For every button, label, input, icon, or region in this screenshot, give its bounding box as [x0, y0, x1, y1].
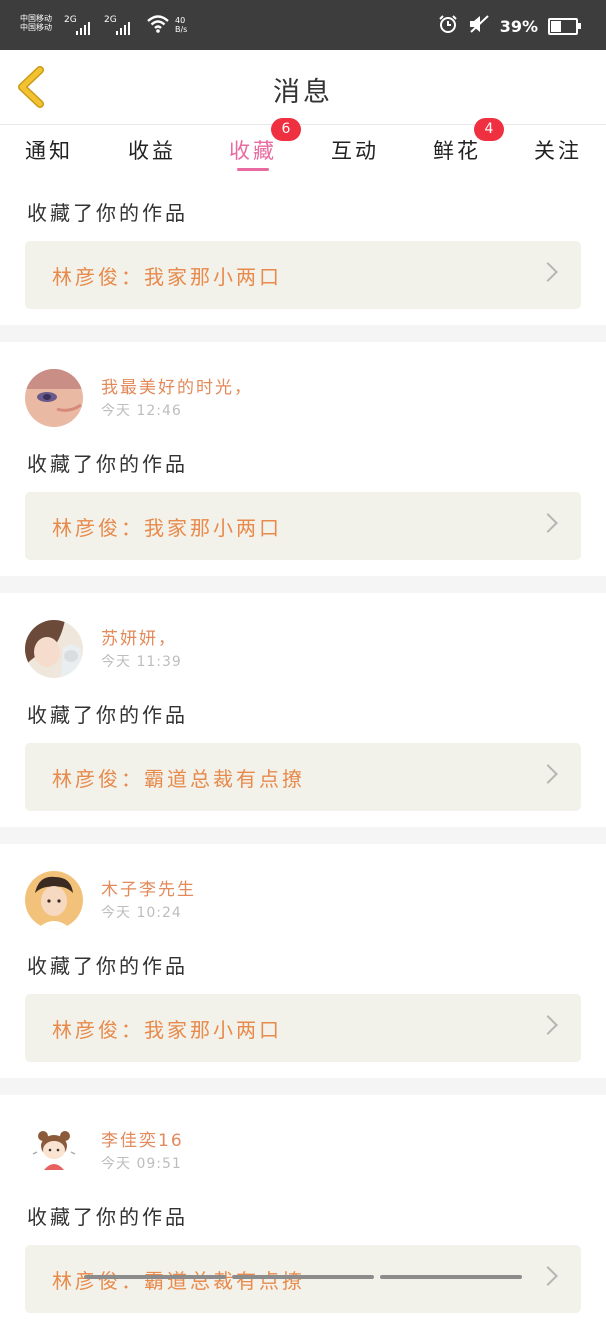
status-bar: 中国移动 中国移动 2G 2G 40 B/s 39% [0, 0, 606, 50]
divider [0, 325, 606, 342]
list-item: 李佳奕16 今天 09:51 收藏了你的作品 林彦俊：霸道总裁有点撩 [0, 1095, 606, 1313]
list-item: 苏妍妍， 今天 11:39 收藏了你的作品 林彦俊：霸道总裁有点撩 [0, 593, 606, 811]
divider [0, 1078, 606, 1095]
user-row: 苏妍妍， 今天 11:39 [0, 593, 606, 681]
user-name[interactable]: 木子李先生 [101, 875, 196, 900]
chevron-right-icon [538, 1015, 558, 1035]
user-row: 李佳奕16 今天 09:51 [0, 1095, 606, 1183]
user-name[interactable]: 我最美好的时光， [101, 373, 253, 398]
user-name[interactable]: 苏妍妍， [101, 624, 177, 649]
user-row: 我最美好的时光， 今天 12:46 [0, 342, 606, 430]
timestamp: 今天 10:24 [101, 905, 182, 921]
home-indicator [84, 1275, 522, 1279]
timestamp: 今天 11:39 [101, 654, 182, 670]
work-title: 林彦俊：我家那小两口 [52, 516, 282, 540]
action-text: 收藏了你的作品 [27, 954, 188, 978]
carrier-2: 中国移动 [20, 23, 52, 32]
action-text: 收藏了你的作品 [27, 201, 188, 225]
net-speed-unit: B/s [175, 25, 188, 34]
timestamp: 今天 09:51 [101, 1156, 182, 1172]
avatar[interactable] [25, 1122, 83, 1180]
favorites-badge: 6 [271, 118, 301, 141]
flowers-badge: 4 [474, 118, 504, 141]
work-title: 林彦俊：我家那小两口 [52, 265, 282, 289]
work-link[interactable]: 林彦俊：霸道总裁有点撩 [25, 743, 581, 811]
tab-follows[interactable]: 关注 [518, 135, 598, 165]
list-item: 木子李先生 今天 10:24 收藏了你的作品 林彦俊：我家那小两口 [0, 844, 606, 1062]
action-text: 收藏了你的作品 [27, 1205, 188, 1229]
list-item: 收藏了你的作品 林彦俊：我家那小两口 [0, 197, 606, 309]
user-row: 木子李先生 今天 10:24 [0, 844, 606, 932]
avatar[interactable] [25, 369, 83, 427]
status-right: 39% [438, 14, 581, 38]
tab-bar: 通知 收益 收藏 互动 鲜花 关注 6 4 [0, 118, 606, 181]
battery-icon [548, 17, 581, 35]
list-item: 我最美好的时光， 今天 12:46 收藏了你的作品 林彦俊：我家那小两口 [0, 342, 606, 560]
user-name[interactable]: 李佳奕16 [101, 1126, 184, 1151]
page-title: 消息 [273, 77, 333, 108]
tab-interactions[interactable]: 互动 [315, 135, 395, 165]
chevron-right-icon [538, 764, 558, 784]
chevron-right-icon [538, 262, 558, 282]
work-link[interactable]: 林彦俊：我家那小两口 [25, 492, 581, 560]
work-title: 林彦俊：霸道总裁有点撩 [52, 767, 305, 791]
signal-icon [116, 17, 130, 35]
work-link[interactable]: 林彦俊：我家那小两口 [25, 241, 581, 309]
wifi-icon [146, 14, 170, 39]
chevron-right-icon [538, 1266, 558, 1286]
notification-feed: 收藏了你的作品 林彦俊：我家那小两口 我最美好的时光， 今天 12:46 收藏了… [0, 181, 606, 1329]
carrier-1: 中国移动 [20, 14, 52, 23]
work-link[interactable]: 林彦俊：我家那小两口 [25, 994, 581, 1062]
alarm-icon [438, 14, 458, 38]
title-bar: 消息 [0, 50, 606, 125]
work-title: 林彦俊：我家那小两口 [52, 1018, 282, 1042]
work-link[interactable]: 林彦俊：霸道总裁有点撩 [25, 1245, 581, 1313]
net-speed-value: 40 [175, 16, 186, 25]
battery-percent: 39% [499, 16, 538, 36]
network-type-1: 2G [64, 15, 77, 25]
mute-icon [468, 14, 490, 38]
avatar[interactable] [25, 620, 83, 678]
chevron-right-icon [538, 513, 558, 533]
battery-level [551, 20, 562, 32]
net-speed: 40 B/s [175, 16, 187, 34]
avatar[interactable] [25, 871, 83, 929]
divider [0, 576, 606, 593]
divider [0, 827, 606, 844]
timestamp: 今天 12:46 [101, 403, 182, 419]
signal-icon [76, 17, 90, 35]
tab-earnings[interactable]: 收益 [112, 135, 192, 165]
action-text: 收藏了你的作品 [27, 703, 188, 727]
action-text: 收藏了你的作品 [27, 452, 188, 476]
tab-notifications[interactable]: 通知 [9, 135, 89, 165]
carrier-info: 中国移动 中国移动 [20, 14, 52, 32]
active-tab-indicator [237, 168, 269, 171]
network-type-2: 2G [104, 15, 117, 25]
